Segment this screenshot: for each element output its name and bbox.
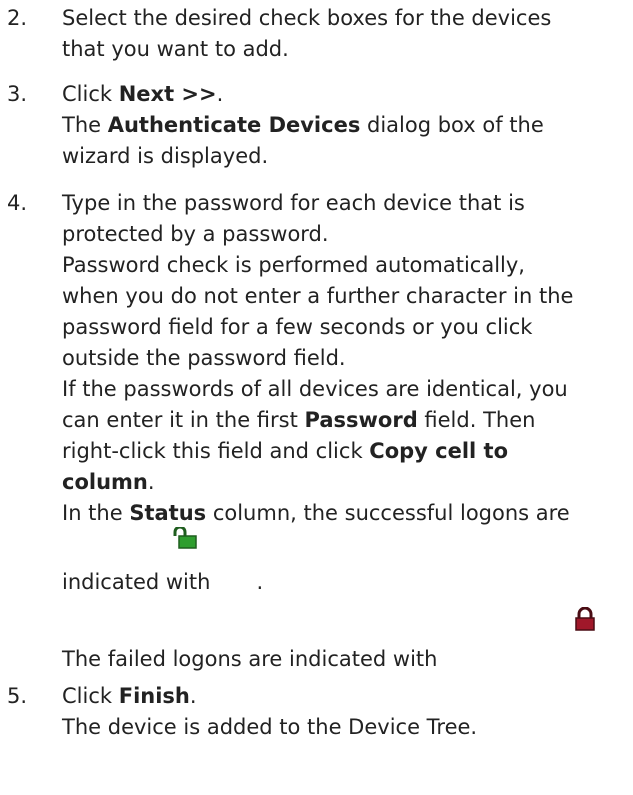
step-number: 4.	[7, 191, 28, 215]
text: .	[256, 570, 264, 594]
ui-term-status-bold: Status	[129, 501, 207, 525]
ui-term-authenticate-devices: Authenticate Devices	[107, 113, 361, 137]
text: .	[216, 82, 224, 106]
step-text-line: The failed logons are indicated with	[62, 647, 438, 671]
step-text-line: In the Status column, the successful log…	[62, 498, 570, 529]
text: Click	[62, 82, 119, 106]
step-number: 5.	[7, 684, 28, 708]
text: right-click this field and click	[62, 439, 370, 463]
locked-padlock-icon	[575, 607, 595, 631]
step-result: The device is added to the Device Tree.	[62, 715, 478, 739]
text: .	[147, 470, 155, 494]
text: field. Then	[417, 408, 536, 432]
step-text-line: when you do not enter a further characte…	[62, 284, 574, 308]
step-text-line: column.	[62, 467, 155, 498]
step-text-line: Password check is performed automaticall…	[62, 253, 525, 277]
step-result: The Authenticate Devices dialog box of t…	[62, 110, 544, 141]
text: In the	[62, 501, 130, 525]
step-text-line: right-click this field and click Copy ce…	[62, 436, 508, 467]
unlocked-padlock-icon	[173, 527, 197, 549]
text: Click	[62, 684, 119, 708]
text: can enter it in the first	[62, 408, 305, 432]
text: indicated with	[62, 570, 211, 594]
text: column, the successful logons are	[206, 501, 570, 525]
text: dialog box of the	[360, 113, 544, 137]
text: The	[62, 113, 108, 137]
step-result-line2: wizard is displayed.	[62, 144, 269, 168]
step-text-line: indicated with.	[62, 567, 263, 598]
step-text-line: outside the password field.	[62, 346, 346, 370]
step-text-line: If the passwords of all devices are iden…	[62, 377, 568, 401]
step-text-line: can enter it in the first Password field…	[62, 405, 535, 436]
step-instruction: Click Finish.	[62, 681, 197, 712]
step-text-line: Type in the password for each device tha…	[62, 191, 525, 215]
ui-term-password: Password	[304, 408, 418, 432]
step-text-line: Select the desired check boxes for the d…	[62, 6, 552, 30]
instruction-document: 2. Select the desired check boxes for th…	[0, 0, 633, 795]
ui-term-column: column	[62, 470, 148, 494]
ui-term-status: Status column, the successful logons are	[129, 501, 569, 525]
step-number: 3.	[7, 82, 28, 106]
ui-term-finish: Finish	[118, 684, 190, 708]
text: .	[189, 684, 197, 708]
step-number: 2.	[7, 6, 28, 30]
ui-term-next: Next >>	[118, 82, 217, 106]
step-text-line: protected by a password.	[62, 222, 329, 246]
step-text-line: password field for a few seconds or you …	[62, 315, 533, 339]
ui-term-copy-cell: Copy cell to	[369, 439, 509, 463]
step-text-line: that you want to add.	[62, 37, 289, 61]
step-instruction: Click Next >>.	[62, 79, 223, 110]
